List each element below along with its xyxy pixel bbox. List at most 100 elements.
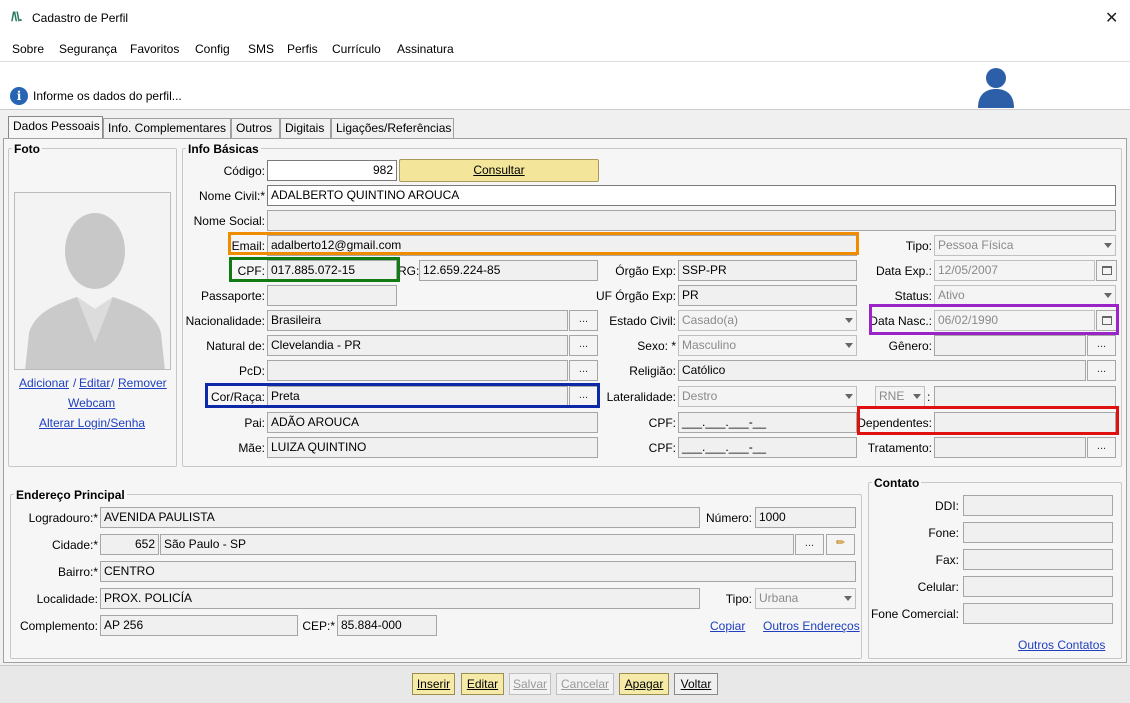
tratamento-lookup-button[interactable]: ... [1087, 437, 1116, 458]
celular-field[interactable] [963, 576, 1113, 597]
webcam-link[interactable]: Webcam [68, 396, 115, 410]
inserir-label: Inserir [416, 677, 451, 691]
copiar-link[interactable]: Copiar [710, 619, 745, 633]
fone-field[interactable] [963, 522, 1113, 543]
separator: / [111, 376, 115, 390]
status-value: Ativo [938, 288, 965, 302]
lateralidade-value: Destro [682, 389, 718, 403]
codigo-field[interactable]: 982 [267, 160, 397, 181]
tab-digitais[interactable]: Digitais [280, 118, 331, 138]
lateralidade-select[interactable]: Destro [678, 386, 857, 407]
remove-photo-link[interactable]: Remover [118, 376, 167, 390]
data-nasc-field[interactable]: 06/02/1990 [934, 310, 1095, 331]
editar-button[interactable]: Editar [461, 673, 504, 695]
menu-sobre[interactable]: Sobre [12, 42, 44, 56]
pcd-field[interactable] [267, 360, 568, 381]
nome-social-field[interactable] [267, 210, 1116, 231]
nome-social-label: Nome Social: [193, 214, 265, 228]
tab-outros[interactable]: Outros [231, 118, 280, 138]
cancelar-label: Cancelar [560, 677, 610, 691]
menu-curriculo[interactable]: Currículo [332, 42, 381, 56]
email-field[interactable]: adalberto12@gmail.com [267, 235, 857, 256]
tipo-endereco-select[interactable]: Urbana [755, 588, 856, 609]
pencil-icon[interactable]: ✏ [826, 534, 855, 555]
outros-enderecos-link[interactable]: Outros Endereços [763, 619, 860, 633]
cep-field[interactable]: 85.884-000 [337, 615, 437, 636]
apagar-button[interactable]: Apagar [619, 673, 669, 695]
data-exp-calendar-icon[interactable] [1096, 260, 1117, 281]
menu-perfis[interactable]: Perfis [287, 42, 318, 56]
nome-civil-field[interactable]: ADALBERTO QUINTINO AROUCA [267, 185, 1116, 206]
outros-contatos-link[interactable]: Outros Contatos [1018, 638, 1105, 652]
tab-info-complementares[interactable]: Info. Complementares [103, 118, 231, 138]
numero-field[interactable]: 1000 [755, 507, 856, 528]
consultar-button[interactable]: Consultar [399, 159, 599, 182]
edit-photo-link[interactable]: Editar [79, 376, 110, 390]
data-exp-field[interactable]: 12/05/2007 [934, 260, 1095, 281]
mae-field[interactable]: LUIZA QUINTINO [267, 437, 598, 458]
localidade-field[interactable]: PROX. POLICÍA [100, 588, 700, 609]
dependentes-field[interactable] [934, 412, 1116, 433]
nacionalidade-field[interactable]: Brasileira [267, 310, 568, 331]
ddi-field[interactable] [963, 495, 1113, 516]
cidade-lookup-button[interactable]: ... [795, 534, 824, 555]
cpf-field[interactable]: 017.885.072-15 [267, 260, 397, 281]
religiao-lookup-button[interactable]: ... [1087, 360, 1116, 381]
change-login-link[interactable]: Alterar Login/Senha [39, 416, 145, 430]
rne-field[interactable] [934, 386, 1116, 407]
ddi-label: DDI: [935, 499, 959, 513]
data-nasc-calendar-icon[interactable] [1096, 310, 1117, 331]
religiao-field[interactable]: Católico [678, 360, 1086, 381]
menu-assinatura[interactable]: Assinatura [397, 42, 454, 56]
complemento-field[interactable]: AP 256 [100, 615, 298, 636]
genero-lookup-button[interactable]: ... [1087, 335, 1116, 356]
cancelar-button[interactable]: Cancelar [556, 673, 614, 695]
cidade-field[interactable]: São Paulo - SP [160, 534, 794, 555]
cpf-mae-label: CPF: [648, 441, 676, 455]
tab-ligacoes-referencias[interactable]: Ligações/Referências [331, 118, 454, 138]
cor-raca-field[interactable]: Preta [267, 386, 568, 407]
tratamento-label: Tratamento: [867, 441, 932, 455]
orgao-exp-field[interactable]: SSP-PR [678, 260, 857, 281]
tratamento-field[interactable] [934, 437, 1086, 458]
cpf-mae-field[interactable]: ___.___.___-__ [678, 437, 857, 458]
natural-field[interactable]: Clevelandia - PR [267, 335, 568, 356]
menu-sms[interactable]: SMS [248, 42, 274, 56]
tipo-label: Tipo: [905, 239, 932, 253]
cidade-code-field[interactable]: 652 [100, 534, 159, 555]
status-select[interactable]: Ativo [934, 285, 1116, 306]
codigo-label: Código: [223, 164, 265, 178]
pai-label: Pai: [244, 416, 265, 430]
uf-orgao-field[interactable]: PR [678, 285, 857, 306]
menu-seguranca[interactable]: Segurança [59, 42, 117, 56]
rg-field[interactable]: 12.659.224-85 [419, 260, 598, 281]
menu-favoritos[interactable]: Favoritos [130, 42, 179, 56]
estado-civil-value: Casado(a) [682, 313, 739, 327]
logradouro-field[interactable]: AVENIDA PAULISTA [100, 507, 700, 528]
info-basicas-title: Info Básicas [186, 142, 261, 156]
pai-field[interactable]: ADÃO AROUCA [267, 412, 598, 433]
tipo-select[interactable]: Pessoa Física [934, 235, 1116, 256]
add-photo-link[interactable]: Adicionar [19, 376, 69, 390]
genero-field[interactable] [934, 335, 1086, 356]
sexo-select[interactable]: Masculino [678, 335, 857, 356]
fone-comercial-field[interactable] [963, 603, 1113, 624]
bairro-field[interactable]: CENTRO [100, 561, 856, 582]
voltar-button[interactable]: Voltar [674, 673, 718, 695]
close-icon[interactable]: ✕ [1105, 8, 1118, 28]
sexo-label: Sexo: * [637, 339, 676, 353]
salvar-button[interactable]: Salvar [509, 673, 551, 695]
passaporte-field[interactable] [267, 285, 397, 306]
estado-civil-select[interactable]: Casado(a) [678, 310, 857, 331]
editar-label: Editar [466, 677, 499, 691]
logradouro-label: Logradouro:* [28, 511, 98, 525]
cpf-pai-field[interactable]: ___.___.___-__ [678, 412, 857, 433]
fax-field[interactable] [963, 549, 1113, 570]
cep-label: CEP:* [302, 619, 335, 633]
tab-dados-pessoais[interactable]: Dados Pessoais [8, 116, 103, 139]
inserir-button[interactable]: Inserir [412, 673, 455, 695]
rne-select[interactable]: RNE [875, 386, 925, 407]
nome-civil-label: Nome Civil:* [198, 189, 265, 203]
menu-config[interactable]: Config [195, 42, 230, 56]
mae-label: Mãe: [238, 441, 265, 455]
